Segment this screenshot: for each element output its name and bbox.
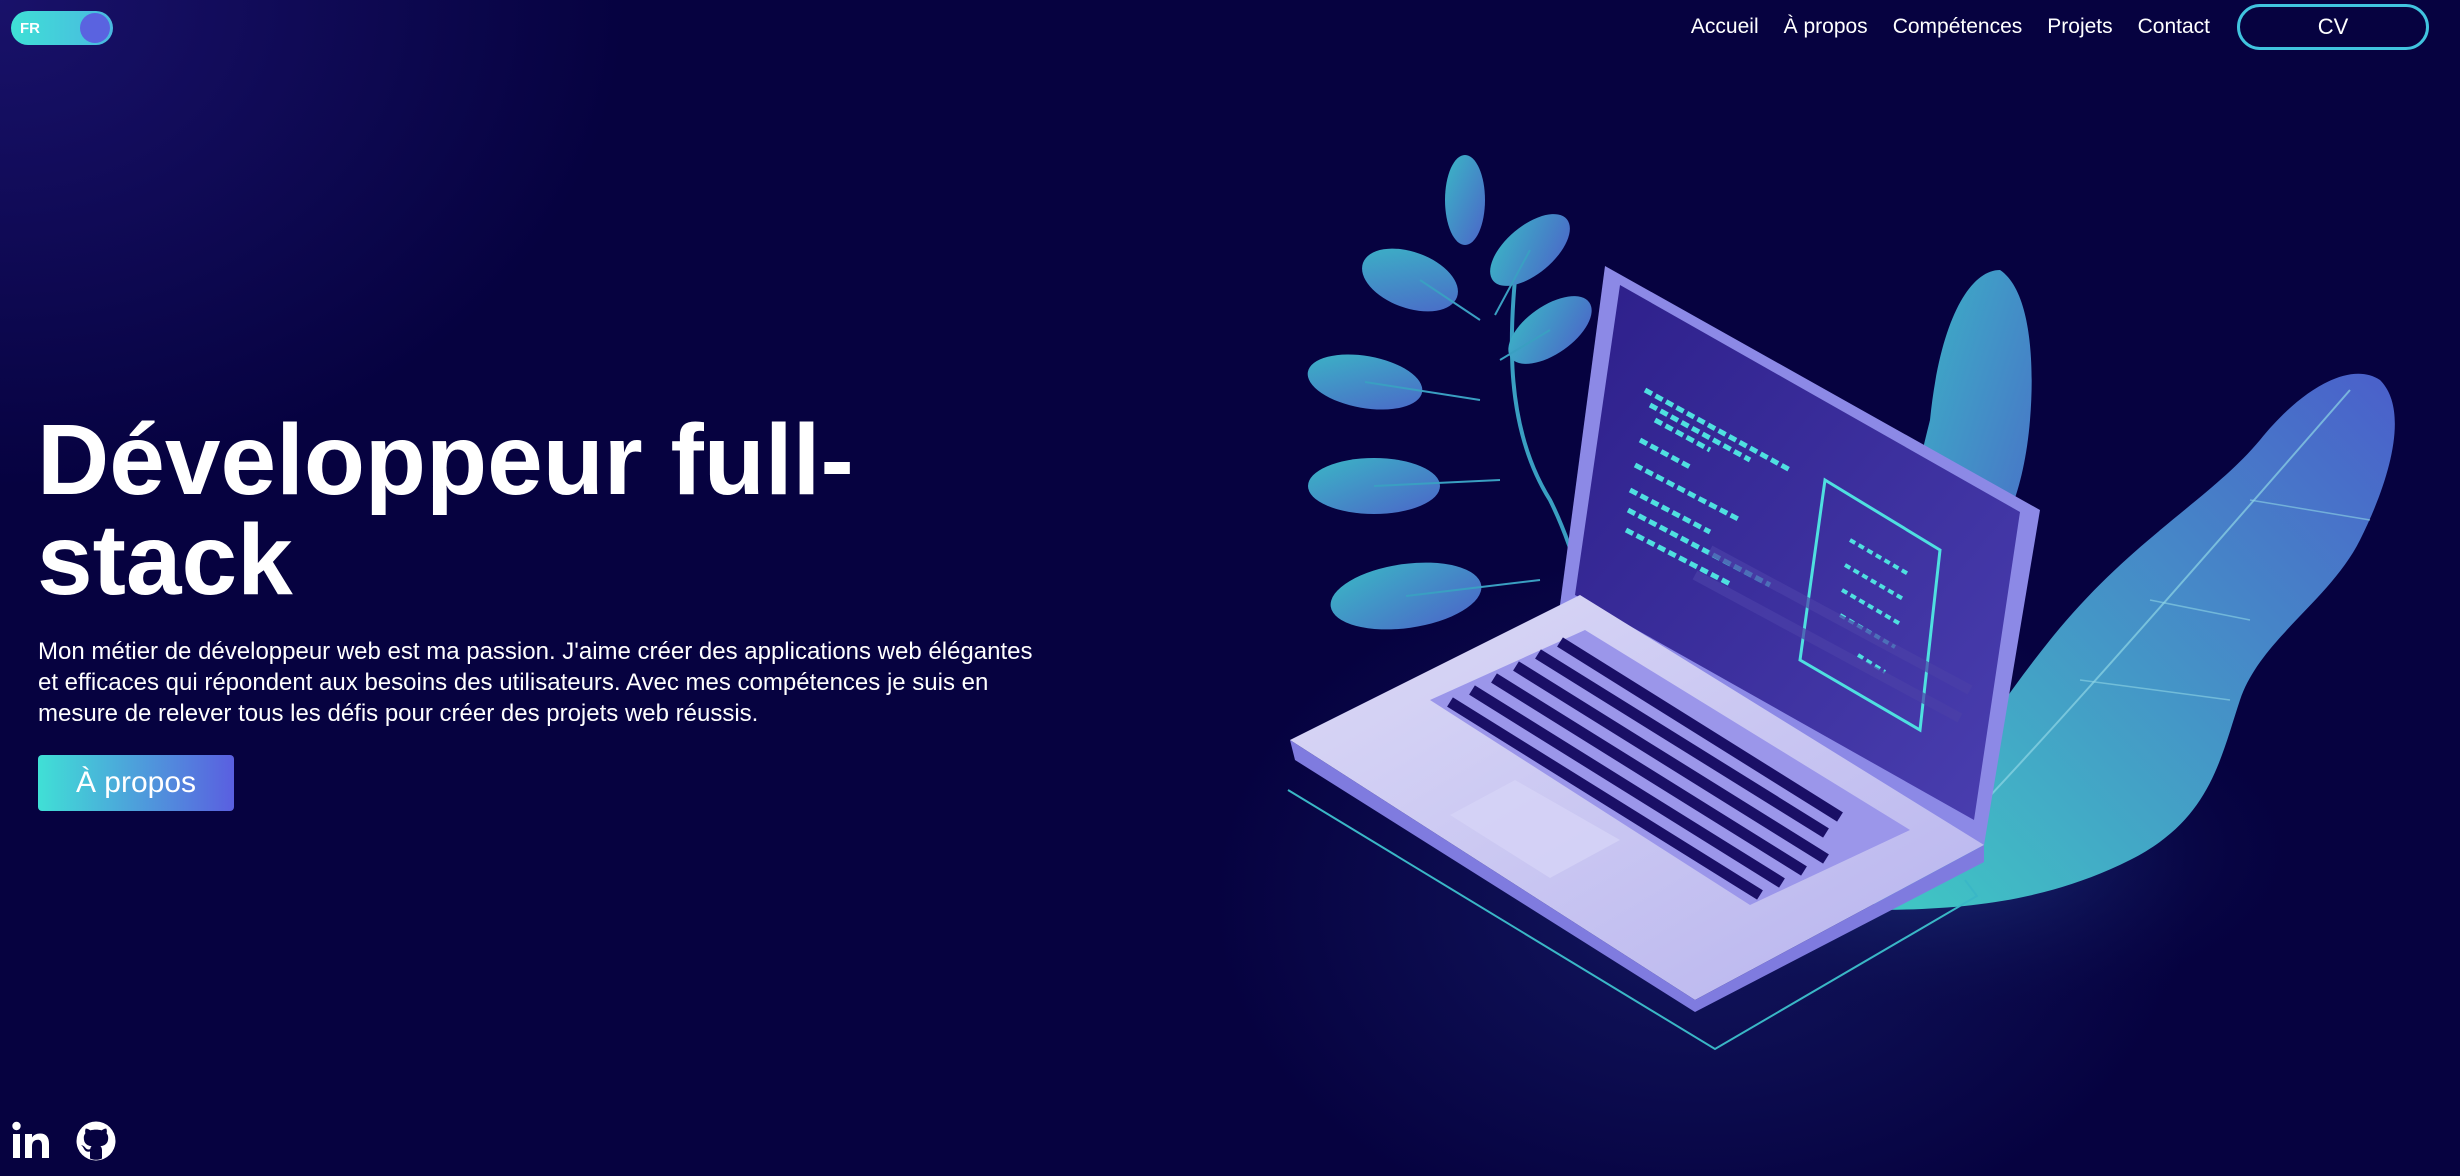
nav-link-competences[interactable]: Compétences: [1893, 15, 2023, 39]
nav-link-projets[interactable]: Projets: [2047, 15, 2112, 39]
hero-title: Développeur full- stack: [37, 410, 937, 610]
nav-link-a-propos[interactable]: À propos: [1784, 15, 1868, 39]
cv-button[interactable]: CV: [2237, 4, 2429, 50]
hero-description: Mon métier de développeur web est ma pas…: [38, 638, 1033, 727]
leaf: [1445, 155, 1485, 245]
hero-title-line-1: Développeur full-: [37, 404, 854, 516]
about-button[interactable]: À propos: [38, 755, 234, 811]
language-toggle[interactable]: FR: [11, 11, 113, 45]
language-label: FR: [20, 20, 40, 37]
social-links: [11, 1120, 139, 1162]
linkedin-icon[interactable]: [11, 1120, 53, 1162]
laptop-illustration: [1287, 155, 2395, 1051]
github-icon[interactable]: [75, 1120, 117, 1162]
hero-title-line-2: stack: [37, 504, 293, 616]
nav-link-contact[interactable]: Contact: [2138, 15, 2210, 39]
main-nav: Accueil À propos Compétences Projets Con…: [1691, 0, 2460, 54]
toggle-knob[interactable]: [80, 13, 110, 43]
page: FR Accueil À propos Compétences Projets …: [0, 0, 2460, 1176]
leaf: [1362, 248, 1458, 312]
nav-link-accueil[interactable]: Accueil: [1691, 15, 1759, 39]
